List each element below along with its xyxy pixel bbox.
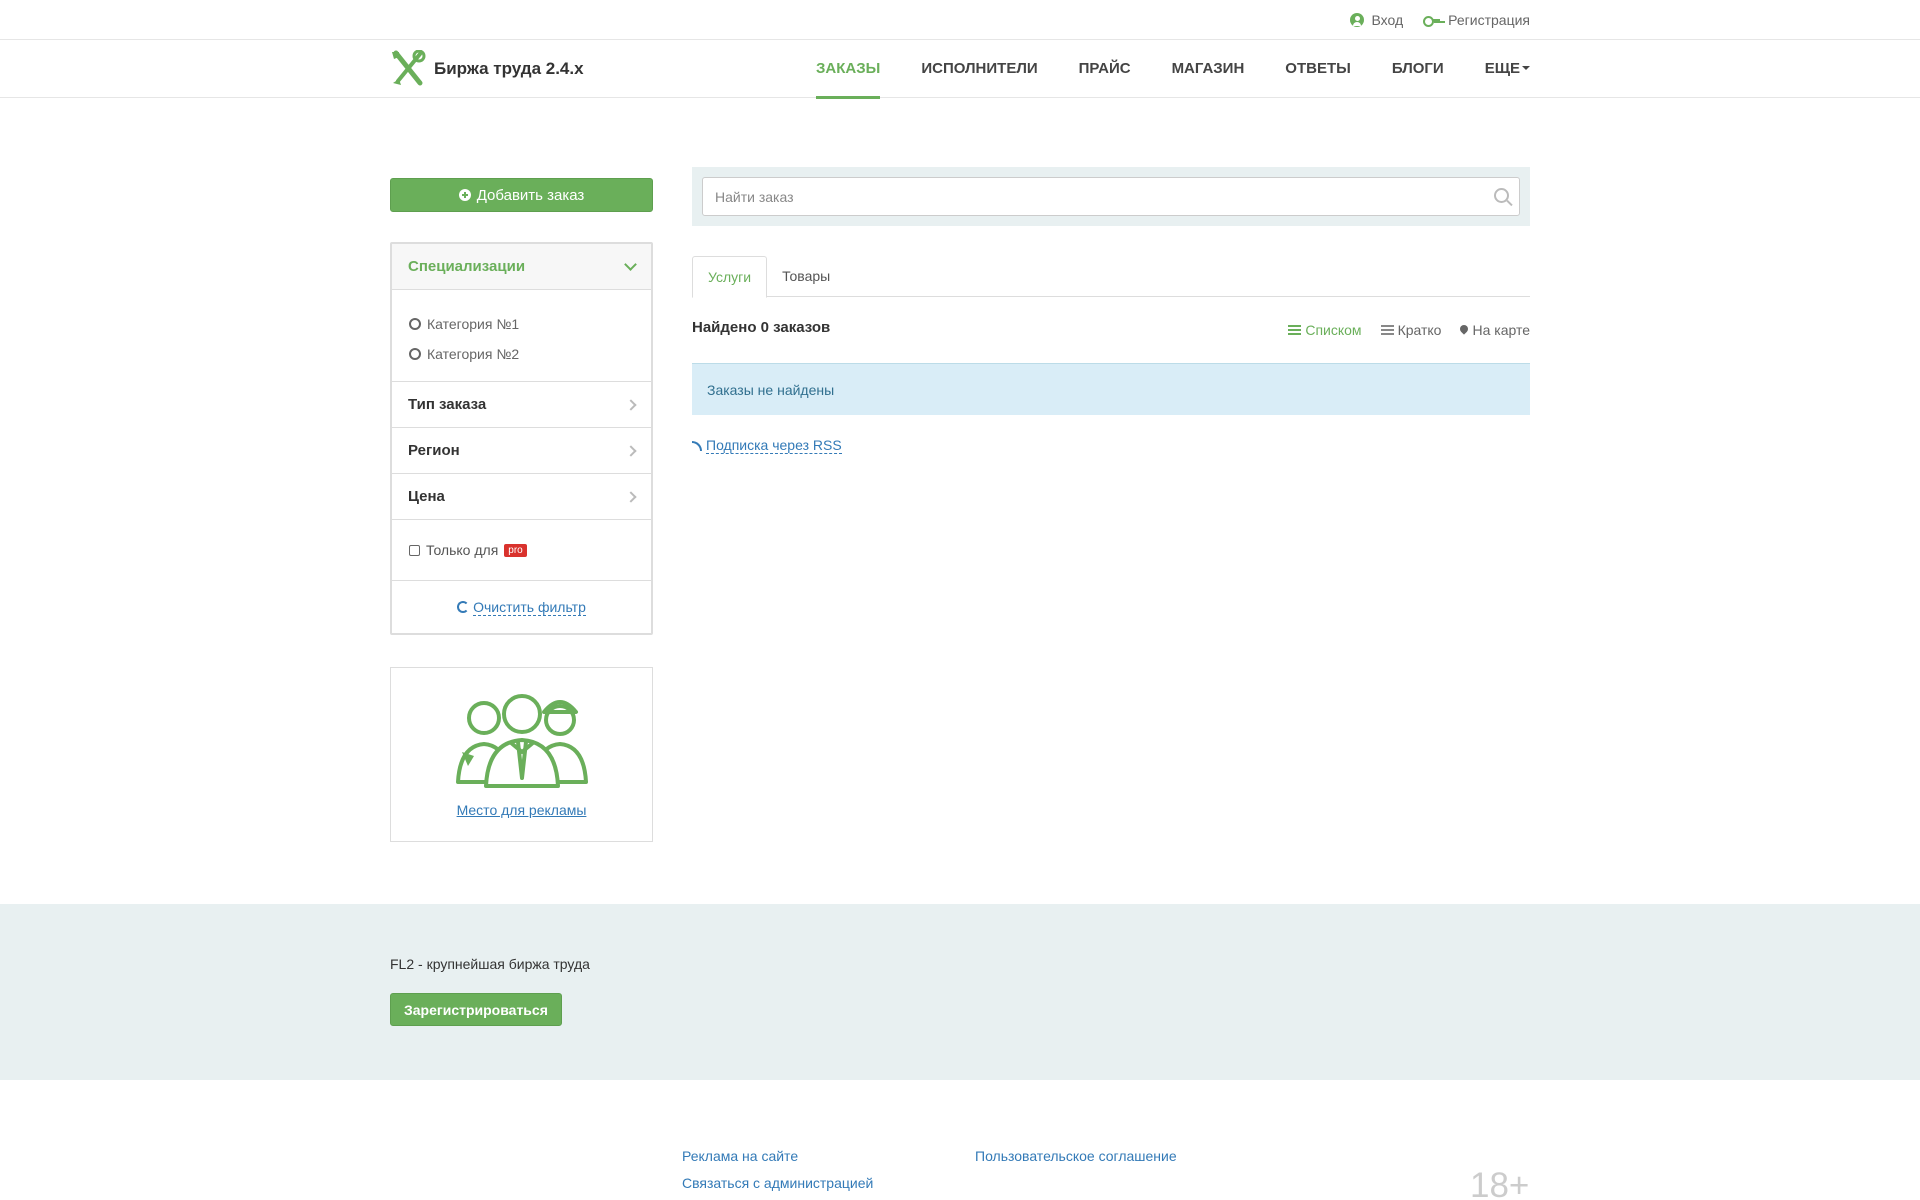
tab-services[interactable]: Услуги [692, 256, 768, 298]
top-bar: Вход Регистрация [0, 0, 1920, 40]
footer-link-contact[interactable]: Связаться с администрацией [682, 1175, 873, 1191]
pro-only-filter[interactable]: Только для pro [392, 520, 651, 581]
tabs: Услуги Товары [692, 256, 1530, 298]
nav-item-shop[interactable]: МАГАЗИН [1172, 40, 1245, 98]
chevron-right-icon [625, 398, 637, 411]
filter-specializations-header[interactable]: Специализации [392, 244, 651, 290]
empty-results-alert: Заказы не найдены [692, 363, 1530, 415]
search-panel [692, 167, 1530, 226]
sidebar: Добавить заказ Специализации Категория №… [390, 178, 653, 842]
category-option-1[interactable]: Категория №1 [409, 309, 635, 339]
view-map-label: На карте [1472, 322, 1530, 338]
clear-filter-row: Очистить фильтр [392, 581, 651, 633]
register-link[interactable]: Регистрация [1423, 12, 1530, 28]
rss-icon [692, 440, 702, 451]
footer-links-col2: Пользовательское соглашение [975, 1148, 1177, 1175]
category-label: Категория №1 [427, 316, 520, 332]
workers-group-icon [455, 694, 588, 788]
footer-link-agreement[interactable]: Пользовательское соглашение [975, 1148, 1177, 1164]
footer-slogan: FL2 - крупнейшая биржа труда [390, 956, 590, 972]
list-icon [1380, 325, 1394, 335]
filter-categories: Категория №1 Категория №2 [392, 290, 651, 382]
register-label: Регистрация [1448, 12, 1530, 28]
nav-item-orders[interactable]: ЗАКАЗЫ [816, 40, 881, 99]
view-switcher: Списком Кратко На карте [1288, 322, 1530, 338]
user-icon [1350, 13, 1365, 27]
results-header: Найдено 0 заказов Списком Кратко На карт… [692, 317, 1530, 339]
nav-item-price[interactable]: ПРАЙС [1079, 40, 1131, 98]
search-field [702, 177, 1520, 216]
footer-link-advertising[interactable]: Реклама на сайте [682, 1148, 873, 1164]
filter-region[interactable]: Регион [392, 428, 651, 474]
view-brief-label: Кратко [1397, 322, 1442, 338]
auth-links: Вход Регистрация [1350, 0, 1530, 40]
nav-menu: ЗАКАЗЫ ИСПОЛНИТЕЛИ ПРАЙС МАГАЗИН ОТВЕТЫ … [775, 40, 1530, 99]
pro-only-checkbox[interactable] [409, 544, 420, 556]
filter-order-type-label: Тип заказа [408, 396, 487, 413]
view-list-label: Списком [1305, 322, 1362, 338]
nav-more-label: ЕЩЕ [1484, 60, 1520, 77]
register-button[interactable]: Зарегистрироваться [390, 993, 562, 1026]
clear-filter-link[interactable]: Очистить фильтр [473, 599, 586, 616]
list-icon [1288, 325, 1302, 335]
add-order-button[interactable]: Добавить заказ [390, 178, 653, 212]
footer-links-col1: Реклама на сайте Связаться с администрац… [682, 1148, 873, 1200]
add-order-label: Добавить заказ [476, 186, 585, 204]
login-label: Вход [1371, 12, 1404, 28]
brand-title: Биржа труда 2.4.x [434, 59, 584, 78]
main-navbar: Биржа труда 2.4.x ЗАКАЗЫ ИСПОЛНИТЕЛИ ПРА… [0, 40, 1920, 99]
footer-promo: FL2 - крупнейшая биржа труда Зарегистрир… [0, 904, 1920, 1080]
chevron-right-icon [625, 444, 637, 457]
results-count: Найдено 0 заказов [692, 318, 831, 336]
login-link[interactable]: Вход [1350, 12, 1403, 28]
filter-region-label: Регион [408, 442, 460, 459]
filter-panel: Специализации Категория №1 Категория №2 … [390, 242, 653, 635]
map-pin-icon [1458, 323, 1471, 335]
rss-link[interactable]: Подписка через RSS [706, 437, 842, 454]
tab-goods[interactable]: Товары [767, 256, 845, 297]
age-rating-mark: 18+ [1470, 1166, 1530, 1200]
search-icon[interactable] [1494, 188, 1509, 203]
tools-logo-icon [392, 50, 426, 86]
main-content: Услуги Товары Найдено 0 заказов Списком … [692, 167, 1530, 454]
view-list[interactable]: Списком [1288, 322, 1362, 338]
key-icon [1423, 15, 1441, 27]
view-map[interactable]: На карте [1458, 322, 1530, 338]
search-input[interactable] [703, 178, 1519, 215]
filter-price[interactable]: Цена [392, 474, 651, 520]
radio-button[interactable] [409, 348, 421, 360]
filter-specializations-label: Специализации [408, 258, 526, 275]
nav-item-performers[interactable]: ИСПОЛНИТЕЛИ [921, 40, 1037, 98]
category-label: Категория №2 [427, 346, 520, 362]
brand-link[interactable]: Биржа труда 2.4.x [390, 50, 584, 88]
view-brief[interactable]: Кратко [1380, 322, 1442, 338]
category-option-2[interactable]: Категория №2 [409, 339, 635, 369]
chevron-right-icon [625, 490, 637, 503]
radio-button[interactable] [409, 318, 421, 330]
refresh-icon [457, 601, 470, 613]
caret-down-icon [1522, 65, 1530, 70]
pro-badge: pro [504, 543, 527, 557]
filter-price-label: Цена [408, 488, 445, 505]
pro-only-label: Только для [426, 542, 499, 558]
chevron-down-icon [624, 257, 637, 271]
nav-item-more[interactable]: ЕЩЕ [1485, 40, 1530, 98]
ad-banner: Место для рекламы [390, 667, 653, 842]
filter-order-type[interactable]: Тип заказа [392, 382, 651, 428]
ad-link[interactable]: Место для рекламы [457, 802, 587, 818]
rss-row: Подписка через RSS [692, 437, 1530, 454]
plus-circle-icon [458, 189, 471, 201]
nav-item-answers[interactable]: ОТВЕТЫ [1285, 40, 1351, 98]
nav-item-blogs[interactable]: БЛОГИ [1392, 40, 1444, 98]
